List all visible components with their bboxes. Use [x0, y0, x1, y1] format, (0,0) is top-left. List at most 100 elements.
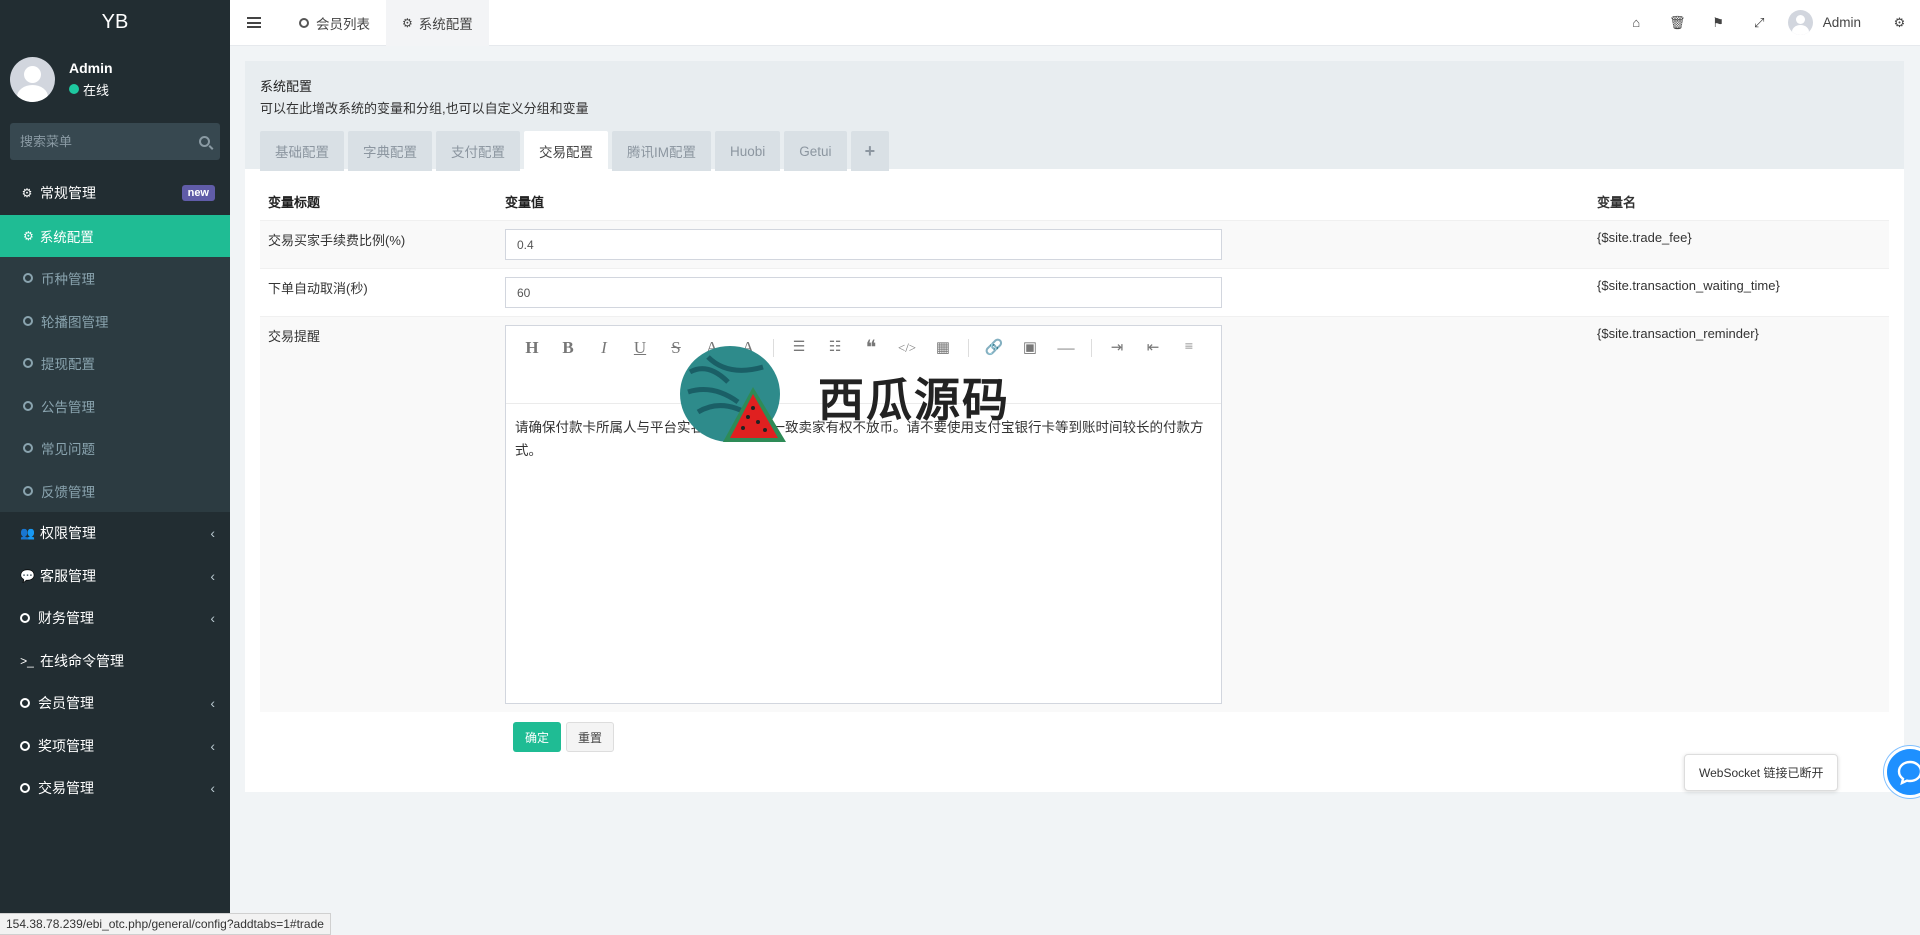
- user-name: Admin: [69, 59, 113, 76]
- fullscreen-icon[interactable]: ⤢: [1739, 0, 1780, 46]
- sidebar-search: [10, 123, 220, 160]
- underline-icon[interactable]: U: [622, 331, 658, 364]
- sidebar-item-withdraw[interactable]: 提现配置: [0, 342, 230, 385]
- editor-toolbar: H B I U S A A ☰ ☷ ❝ </> ▦ 🔗 ▣ — ⇥ ⇤ ≡: [506, 326, 1221, 404]
- sidebar-item-label: 交易管理: [38, 780, 94, 797]
- waiting-time-input[interactable]: [505, 277, 1222, 308]
- toolbar-divider: [773, 339, 774, 357]
- sidebar-item-label: 提现配置: [41, 357, 95, 373]
- sidebar-item-label: 财务管理: [38, 610, 94, 627]
- reset-button[interactable]: 重置: [566, 722, 615, 752]
- avatar: [10, 56, 55, 102]
- home-icon[interactable]: ⌂: [1616, 0, 1657, 46]
- strikethrough-icon[interactable]: S: [658, 331, 694, 364]
- tab-payment-config[interactable]: 支付配置: [436, 131, 520, 171]
- gears-icon[interactable]: ⚙: [1879, 0, 1920, 46]
- gear-icon: ⚙: [23, 228, 34, 243]
- chevron-left-icon: ‹: [210, 567, 215, 584]
- search-icon[interactable]: [199, 136, 210, 147]
- new-badge: new: [181, 185, 215, 202]
- table-icon[interactable]: ▦: [925, 331, 961, 364]
- bold-icon[interactable]: B: [550, 331, 586, 364]
- table-row: 下单自动取消(秒) {$site.transaction_waiting_tim…: [260, 268, 1889, 316]
- panel-heading: 系统配置 可以在此增改系统的变量和分组,也可以自定义分组和变量 基础配置 字典配…: [245, 61, 1904, 171]
- tab-huobi[interactable]: Huobi: [715, 131, 781, 171]
- language-icon[interactable]: ⚑: [1698, 0, 1739, 46]
- tab-tencent-im-config[interactable]: 腾讯IM配置: [612, 131, 711, 171]
- sidebar-item-regular[interactable]: ⚙ 常规管理 new: [0, 172, 230, 215]
- tab-system-config[interactable]: ⚙ 系统配置: [386, 0, 489, 46]
- sidebar-item-trade[interactable]: 交易管理 ‹: [0, 767, 230, 810]
- sidebar-item-faq[interactable]: 常见问题: [0, 427, 230, 470]
- topbar: 会员列表 ⚙ 系统配置 ⌂ 🗑 ⚑ ⤢ Admin ⚙: [230, 0, 1920, 46]
- sidebar-item-system-config[interactable]: ⚙ 系统配置: [0, 214, 230, 257]
- menu-toggle-icon[interactable]: [247, 17, 261, 28]
- background-color-icon[interactable]: A: [730, 331, 766, 364]
- align-icon[interactable]: ≡: [1171, 331, 1207, 364]
- sidebar-item-label: 常规管理: [40, 185, 96, 202]
- chat-icon: [1897, 760, 1920, 786]
- tab-dictionary-config[interactable]: 字典配置: [348, 131, 432, 171]
- page-description: 可以在此增改系统的变量和分组,也可以自定义分组和变量: [260, 101, 589, 116]
- sidebar-item-customer-service[interactable]: 💬 客服管理 ‹: [0, 555, 230, 598]
- circle-icon: [23, 400, 33, 411]
- sidebar-item-finance[interactable]: 财务管理 ‹: [0, 597, 230, 640]
- table-header: 变量标题 变量值 变量名: [260, 183, 1889, 220]
- browser-statusbar: 154.38.78.239/ebi_otc.php/general/config…: [0, 913, 331, 935]
- table-row: 交易买家手续费比例(%) {$site.trade_fee}: [260, 220, 1889, 268]
- search-input[interactable]: [20, 134, 199, 149]
- sidebar-item-banner[interactable]: 轮播图管理: [0, 300, 230, 343]
- horizontal-rule-icon[interactable]: —: [1048, 331, 1084, 364]
- sidebar-item-member[interactable]: 会员管理 ‹: [0, 682, 230, 725]
- trade-fee-input[interactable]: [505, 229, 1222, 260]
- add-tab-button[interactable]: +: [850, 131, 890, 171]
- indent-icon[interactable]: ⇥: [1099, 331, 1135, 364]
- sidebar-item-announcement[interactable]: 公告管理: [0, 385, 230, 428]
- code-icon[interactable]: </>: [889, 331, 925, 364]
- page-title: 系统配置: [260, 79, 313, 94]
- circle-icon: [20, 740, 30, 751]
- image-icon[interactable]: ▣: [1012, 331, 1048, 364]
- sidebar-item-feedback[interactable]: 反馈管理: [0, 470, 230, 513]
- circle-icon: [23, 358, 33, 369]
- link-icon[interactable]: 🔗: [976, 331, 1012, 364]
- sidebar-item-label: 系统配置: [39, 229, 94, 245]
- tab-basic-config[interactable]: 基础配置: [260, 131, 344, 171]
- italic-icon[interactable]: I: [586, 331, 622, 364]
- sidebar-item-permission[interactable]: 👥 权限管理 ‹: [0, 512, 230, 555]
- user-menu[interactable]: Admin: [1780, 10, 1879, 35]
- row-variable-name: {$site.trade_fee}: [1597, 230, 1692, 245]
- ordered-list-icon[interactable]: ☰: [781, 331, 817, 364]
- tab-getui[interactable]: Getui: [784, 131, 847, 171]
- confirm-button[interactable]: 确定: [513, 722, 562, 752]
- tab-trade-config[interactable]: 交易配置: [524, 131, 608, 171]
- trash-icon[interactable]: 🗑: [1657, 0, 1698, 46]
- sidebar-item-currency[interactable]: 币种管理: [0, 257, 230, 300]
- heading-icon[interactable]: H: [514, 331, 550, 364]
- gears-icon: ⚙: [21, 186, 33, 201]
- circle-icon: [20, 783, 30, 794]
- sidebar: YB Admin 在线 ⚙ 常规管理 new ⚙ 系统配置 币种管理 轮播图管理: [0, 0, 230, 935]
- sidebar-item-label: 常见问题: [41, 442, 95, 458]
- sidebar-item-online-command[interactable]: >_ 在线命令管理: [0, 640, 230, 683]
- circle-icon: [20, 698, 30, 709]
- tab-member-list[interactable]: 会员列表: [283, 0, 386, 46]
- tab-label: 会员列表: [316, 16, 370, 32]
- sidebar-item-award[interactable]: 奖项管理 ‹: [0, 725, 230, 768]
- logo[interactable]: YB: [0, 0, 230, 45]
- row-variable-name: {$site.transaction_reminder}: [1597, 326, 1759, 341]
- row-title: 下单自动取消(秒): [268, 281, 368, 296]
- circle-icon: [23, 443, 33, 454]
- row-variable-name: {$site.transaction_waiting_time}: [1597, 278, 1780, 293]
- quote-icon[interactable]: ❝: [853, 331, 889, 364]
- font-color-icon[interactable]: A: [694, 331, 730, 364]
- header-title: 变量标题: [268, 195, 321, 210]
- table-row: 交易提醒 H B I U S A A ☰ ☷ ❝ </> ▦ 🔗 ▣ — ⇥ ⇤…: [260, 316, 1889, 712]
- sidebar-item-label: 会员管理: [38, 695, 94, 712]
- outdent-icon[interactable]: ⇤: [1135, 331, 1171, 364]
- unordered-list-icon[interactable]: ☷: [817, 331, 853, 364]
- editor-content[interactable]: 请确保付款卡所属人与平台实名一致，若不一致卖家有权不放币。请不要使用支付宝银行卡…: [506, 404, 1221, 474]
- rich-text-editor: H B I U S A A ☰ ☷ ❝ </> ▦ 🔗 ▣ — ⇥ ⇤ ≡ 请确…: [505, 325, 1222, 704]
- toolbar-divider: [968, 339, 969, 357]
- circle-icon: [20, 613, 30, 624]
